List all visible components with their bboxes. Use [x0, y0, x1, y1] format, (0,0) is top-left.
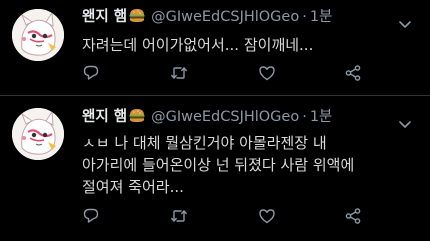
tweet[interactable]: 왠지 햄 @GIweEdCSJHlOGeo · 1분 ㅅㅂ 나 대체 뭘삼킨거야 아몰…	[0, 97, 430, 241]
tweet-text: 자려는데 어이가없어서... 잠이깨네...	[82, 36, 314, 54]
avatar-illustration-icon	[12, 9, 64, 61]
hamburger-icon	[129, 8, 145, 29]
user-handle[interactable]: @GIweEdCSJHlOGeo	[151, 109, 299, 125]
tweet-header: 왠지 햄 @GIweEdCSJHlOGeo · 1분	[82, 107, 332, 129]
tweet-actions	[82, 64, 382, 82]
reply-icon[interactable]	[82, 64, 100, 82]
share-icon[interactable]	[344, 64, 362, 82]
reply-icon[interactable]	[82, 207, 100, 225]
like-icon[interactable]	[258, 207, 276, 225]
user-handle[interactable]: @GIweEdCSJHlOGeo	[151, 9, 299, 25]
tweet[interactable]: 왠지 햄 @GIweEdCSJHlOGeo · 1분 자려는데 어이가없어서... 잠…	[0, 0, 430, 96]
hamburger-icon	[129, 108, 145, 129]
timestamp[interactable]: 1분	[310, 9, 333, 25]
chevron-down-icon[interactable]	[398, 114, 412, 128]
retweet-icon[interactable]	[170, 64, 188, 82]
like-icon[interactable]	[258, 64, 276, 82]
display-name[interactable]: 왠지 햄	[82, 109, 127, 125]
timestamp[interactable]: 1분	[310, 109, 333, 125]
tweet-text: ㅅㅂ 나 대체 뭘삼킨거야 아몰라젠장 내 아가리에 들어온이상 넌 뒤졌다 사…	[82, 134, 355, 196]
avatar[interactable]	[12, 108, 64, 160]
share-icon[interactable]	[344, 207, 362, 225]
tweet-actions	[82, 207, 382, 225]
tweet-header: 왠지 햄 @GIweEdCSJHlOGeo · 1분	[82, 7, 332, 29]
separator-dot: ·	[302, 109, 307, 125]
avatar-illustration-icon	[12, 108, 64, 160]
retweet-icon[interactable]	[170, 207, 188, 225]
separator-dot: ·	[302, 9, 307, 25]
display-name[interactable]: 왠지 햄	[82, 9, 127, 25]
avatar[interactable]	[12, 9, 64, 61]
chevron-down-icon[interactable]	[398, 14, 412, 28]
